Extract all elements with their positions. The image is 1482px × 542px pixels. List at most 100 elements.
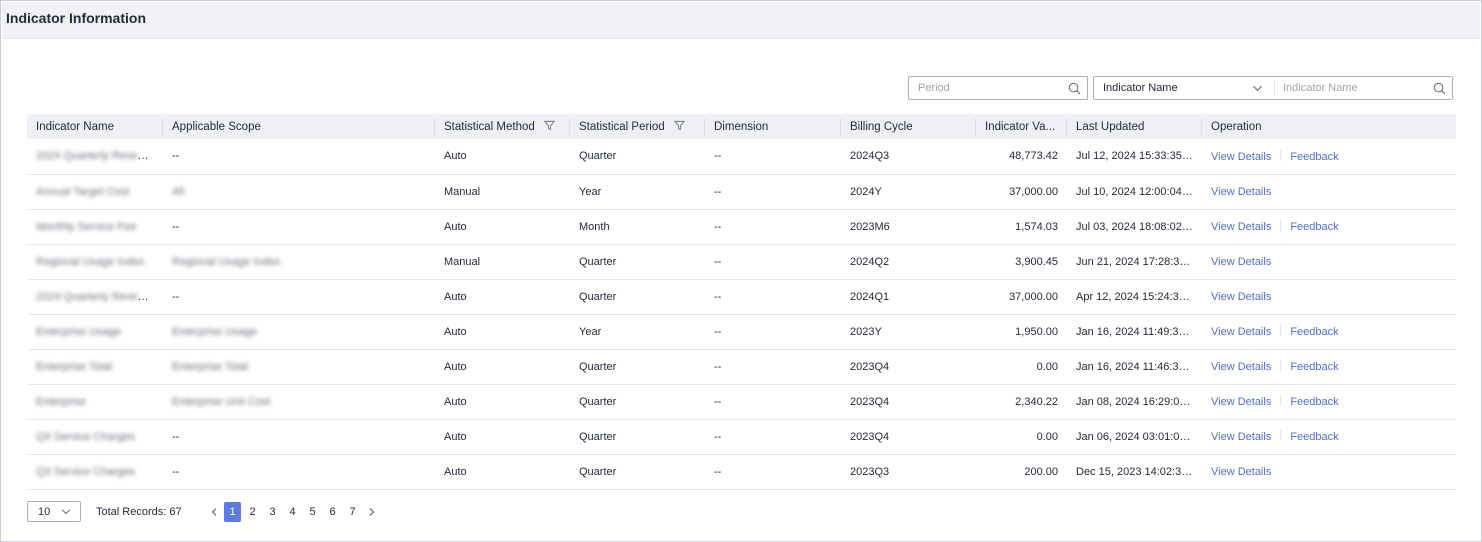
field-select[interactable]: Indicator Name [1094, 77, 1274, 99]
operation-cell: View Details Feedback [1202, 209, 1456, 245]
table-row: Enterprise Usage Enterprise Usage Auto Year… [27, 314, 1456, 350]
chevron-right-icon [369, 507, 375, 516]
last-updated-cell: Jan 06, 2024 03:01:08 GMT+08:00 [1067, 419, 1202, 455]
filter-icon[interactable] [673, 120, 685, 131]
dimension-cell: -- [705, 209, 841, 245]
operation-cell: View Details [1202, 174, 1456, 210]
col-billing-cycle[interactable]: Billing Cycle [841, 114, 976, 139]
col-label: Indicator Name [36, 120, 114, 133]
view-details-link[interactable]: View Details [1211, 361, 1271, 373]
feedback-link[interactable]: Feedback [1290, 431, 1338, 443]
feedback-link[interactable]: Feedback [1290, 396, 1338, 408]
statistical-method-cell: Auto [435, 209, 570, 245]
indicator-name-cell: 2024 Quarterly Revenue [27, 279, 163, 315]
table-row: Regional Usage Index Regional Usage Index… [27, 244, 1456, 280]
indicator-value-cell: 1,950.00 [976, 314, 1067, 350]
billing-cycle-cell: 2023Q4 [841, 349, 976, 385]
feedback-link[interactable]: Feedback [1290, 221, 1338, 233]
view-details-link[interactable]: View Details [1211, 151, 1271, 163]
statistical-period-cell: Quarter [570, 244, 705, 280]
view-details-link[interactable]: View Details [1211, 186, 1271, 198]
col-indicator-value[interactable]: Indicator Va... [976, 114, 1067, 139]
billing-cycle-cell: 2024Y [841, 174, 976, 210]
dimension-cell: -- [705, 349, 841, 385]
statistical-method-cell: Auto [435, 314, 570, 350]
col-dimension[interactable]: Dimension [705, 114, 841, 139]
applicable-scope-cell-text: Enterprise Unit Cost [172, 395, 271, 408]
billing-cycle-cell: 2024Q1 [841, 279, 976, 315]
dimension-cell: -- [705, 139, 841, 175]
col-indicator-name[interactable]: Indicator Name [27, 114, 163, 139]
col-label: Statistical Period [579, 121, 665, 133]
search-icon[interactable] [1068, 82, 1081, 95]
link-divider [1280, 220, 1282, 231]
col-last-updated[interactable]: Last Updated [1067, 114, 1202, 139]
link-divider [1280, 360, 1282, 371]
feedback-link[interactable]: Feedback [1290, 361, 1338, 373]
feedback-link[interactable]: Feedback [1290, 151, 1338, 163]
applicable-scope-cell-text: Regional Usage Index [172, 255, 281, 268]
indicator-name-cell: Annual Target Cost [27, 174, 163, 210]
indicator-value-cell: 0.00 [976, 419, 1067, 455]
statistical-method-cell: Manual [435, 244, 570, 280]
total-records: Total Records: 67 [96, 505, 182, 518]
indicator-name-cell-text: Regional Usage Index [36, 255, 145, 268]
statistical-method-cell: Auto [435, 279, 570, 315]
indicator-name-input[interactable] [1283, 77, 1428, 99]
period-search [908, 76, 1088, 100]
view-details-link[interactable]: View Details [1211, 291, 1271, 303]
page-button-6[interactable]: 6 [324, 502, 341, 522]
applicable-scope-cell: -- [163, 454, 435, 490]
indicator-name-cell-text: Enterprise Total [36, 360, 113, 373]
page-button-7[interactable]: 7 [344, 502, 361, 522]
last-updated-cell: Dec 15, 2023 14:02:33 GMT+08:00 [1067, 454, 1202, 490]
view-details-link[interactable]: View Details [1211, 431, 1271, 443]
statistical-method-cell: Auto [435, 139, 570, 175]
prev-page-button[interactable] [206, 502, 223, 522]
view-details-link[interactable]: View Details [1211, 256, 1271, 268]
chevron-down-icon [1252, 85, 1263, 92]
pagination: 10 Total Records: 67 1234567 [27, 501, 380, 522]
page-button-1[interactable]: 1 [224, 501, 242, 522]
operation-cell: View Details Feedback [1202, 314, 1456, 350]
billing-cycle-cell: 2023Q3 [841, 454, 976, 490]
combo-divider [1274, 81, 1275, 95]
link-divider [1280, 395, 1282, 406]
view-details-link[interactable]: View Details [1211, 326, 1271, 338]
billing-cycle-cell: 2024Q2 [841, 244, 976, 280]
page-button-4[interactable]: 4 [284, 502, 301, 522]
statistical-period-cell: Quarter [570, 384, 705, 420]
filter-icon[interactable] [543, 120, 555, 131]
indicator-value-cell: 1,574.03 [976, 209, 1067, 245]
statistical-method-cell: Auto [435, 454, 570, 490]
last-updated-cell: Apr 12, 2024 15:24:32 GMT+08:00 [1067, 279, 1202, 315]
view-details-link[interactable]: View Details [1211, 466, 1271, 478]
indicator-name-cell-text: 2024 Quarterly Revenue [36, 290, 156, 303]
page-button-3[interactable]: 3 [264, 502, 281, 522]
page-button-5[interactable]: 5 [304, 502, 321, 522]
page-size-select[interactable]: 10 [27, 501, 81, 522]
col-label: Statistical Method [444, 121, 535, 133]
page-button-2[interactable]: 2 [244, 502, 261, 522]
col-applicable-scope[interactable]: Applicable Scope [163, 114, 435, 139]
operation-cell: View Details Feedback [1202, 384, 1456, 420]
indicator-value-cell: 200.00 [976, 454, 1067, 490]
col-statistical-method[interactable]: Statistical Method [435, 114, 570, 139]
period-input[interactable] [918, 77, 1063, 99]
last-updated-cell: Jul 03, 2024 18:08:02 GMT+08:00 [1067, 209, 1202, 245]
view-details-link[interactable]: View Details [1211, 221, 1271, 233]
dimension-cell: -- [705, 244, 841, 280]
feedback-link[interactable]: Feedback [1290, 326, 1338, 338]
view-details-link[interactable]: View Details [1211, 396, 1271, 408]
next-page-button[interactable] [363, 502, 380, 522]
col-label: Indicator Va... [985, 120, 1056, 133]
operation-cell: View Details [1202, 279, 1456, 315]
last-updated-cell: Jul 12, 2024 15:33:35 GMT+08:00 [1067, 139, 1202, 175]
search-icon[interactable] [1433, 82, 1446, 95]
applicable-scope-cell-text: Enterprise Total [172, 360, 249, 373]
filter-bar: Indicator Name [908, 76, 1453, 100]
col-label: Billing Cycle [850, 120, 913, 133]
operation-cell: View Details Feedback [1202, 139, 1456, 175]
statistical-method-cell: Auto [435, 419, 570, 455]
col-statistical-period[interactable]: Statistical Period [570, 114, 705, 139]
